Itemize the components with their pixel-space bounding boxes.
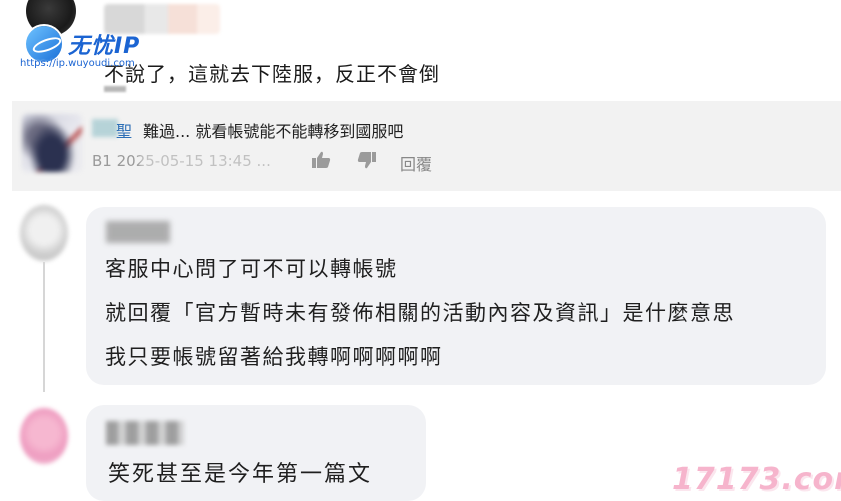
watermark-url: https://ip.wuyoudi.com (20, 58, 135, 69)
blurred-text (104, 86, 126, 92)
reply-username[interactable]: 聖 (116, 118, 132, 142)
avatar[interactable] (20, 205, 68, 261)
reply-text: 難過... 就看帳號能不能轉移到國服吧 (143, 122, 404, 141)
watermark-title: 无忧IP (68, 34, 141, 59)
comment-line: 就回覆「官方暫時未有發佈相關的活動內容及資訊」是什麼意思 (105, 301, 735, 325)
thumb-up-icon[interactable] (311, 151, 331, 169)
thumb-down-icon[interactable] (357, 151, 377, 169)
comment-text: 不說了，這就去下陸服，反正不會倒 (104, 62, 440, 86)
comment-text: 笑死甚至是今年第一篇文 (108, 462, 373, 487)
username-blurred (106, 421, 184, 445)
username-blurred (106, 221, 170, 243)
reply-avatar[interactable] (22, 114, 82, 172)
site-watermark: 17173.com (672, 462, 841, 497)
avatar[interactable] (20, 408, 68, 464)
username-blurred (92, 119, 118, 137)
comment-line: 客服中心問了可不可以轉帳號 (105, 257, 398, 281)
comment-line: 我只要帳號留著給我轉啊啊啊啊啊 (105, 345, 443, 369)
reply-container (12, 101, 841, 191)
reply-button[interactable]: 回覆 (400, 151, 432, 175)
thread-line (43, 262, 45, 392)
planet-icon (26, 26, 62, 62)
blur-overlay (140, 150, 300, 170)
